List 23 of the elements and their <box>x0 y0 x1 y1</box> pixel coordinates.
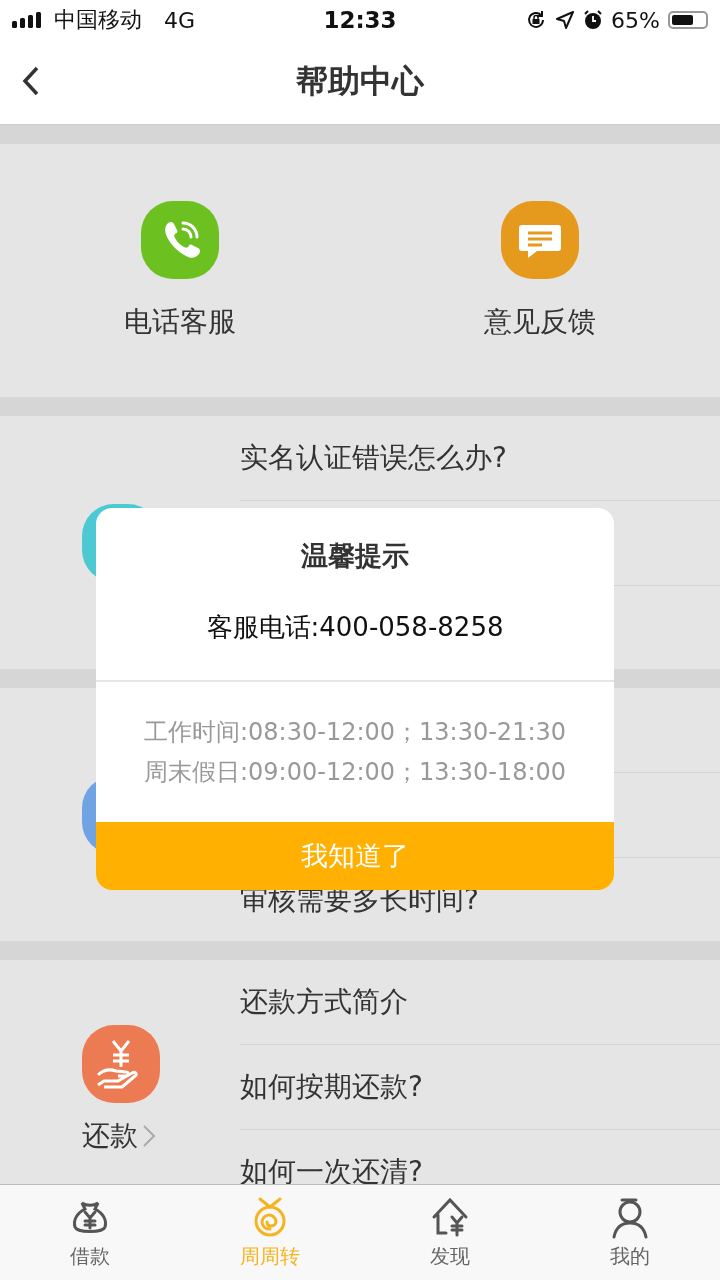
phone-service-button[interactable]: 电话客服 <box>0 144 360 397</box>
network-type: 4G <box>164 7 196 33</box>
battery-percent: 65% <box>611 7 660 33</box>
question-item[interactable]: 实名认证错误怎么办? <box>240 439 507 477</box>
dialog-title: 温馨提示 <box>301 539 409 573</box>
page-title: 帮助中心 <box>296 61 424 102</box>
carrier-name: 中国移动 <box>54 6 142 34</box>
tab-item[interactable]: 我的 <box>540 1185 720 1280</box>
question-item[interactable]: 还款方式简介 <box>240 983 408 1021</box>
chevron-right-icon <box>142 1124 156 1148</box>
status-time: 12:33 <box>323 7 397 33</box>
alarm-icon <box>583 10 604 30</box>
tab-item[interactable]: 借款 <box>0 1185 180 1280</box>
service-hours: 工作时间:08:30-12:00；13:30-21:30 <box>143 717 567 748</box>
category-link[interactable]: 还款 <box>82 1117 156 1155</box>
question-item[interactable]: 如何按期还款? <box>240 1068 423 1106</box>
tab-item[interactable]: 发现 <box>360 1185 540 1280</box>
battery-icon <box>668 11 708 29</box>
service-hours: 周末假日:09:00-12:00；13:30-18:00 <box>143 757 567 788</box>
chevron-left-icon <box>22 66 40 96</box>
location-arrow-icon <box>555 10 576 30</box>
feedback-button[interactable]: 意见反馈 <box>360 144 720 397</box>
phone-number: 客服电话:400-058-8258 <box>206 611 504 644</box>
